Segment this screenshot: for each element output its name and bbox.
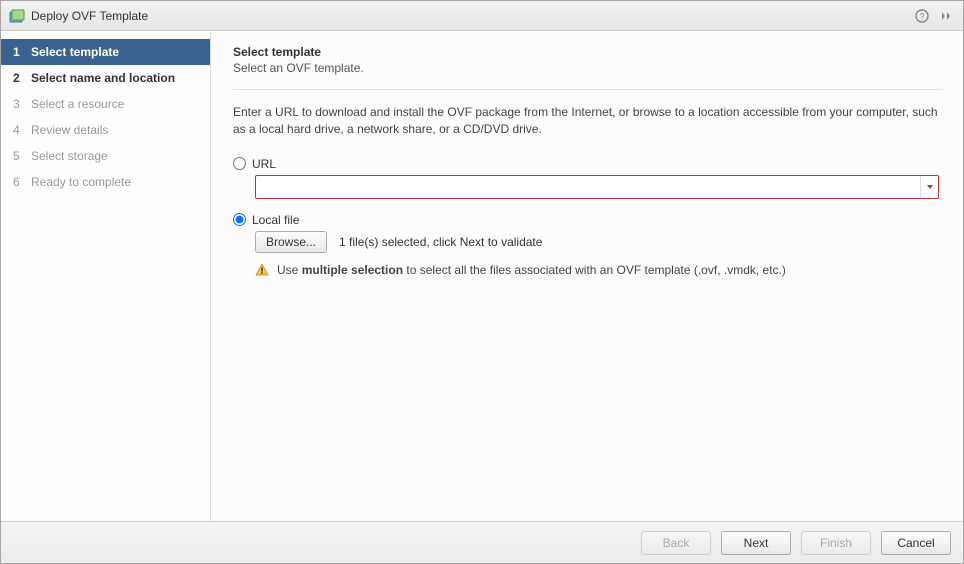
content-subtitle: Select an OVF template. (233, 61, 941, 75)
step-select-template[interactable]: 1 Select template (1, 39, 210, 65)
content-heading: Select template (233, 45, 941, 59)
wizard-sidebar: 1 Select template 2 Select name and loca… (1, 31, 211, 521)
dialog-title: Deploy OVF Template (31, 9, 907, 23)
dialog-body: 1 Select template 2 Select name and loca… (1, 31, 963, 521)
content-instruction: Enter a URL to download and install the … (233, 104, 941, 139)
url-input-wrap (233, 175, 941, 199)
titlebar: Deploy OVF Template ? (1, 1, 963, 31)
browse-row: Browse... 1 file(s) selected, click Next… (255, 231, 941, 253)
cancel-button[interactable]: Cancel (881, 531, 951, 555)
hint-row: Use multiple selection to select all the… (255, 263, 941, 277)
step-num: 6 (13, 175, 25, 189)
step-num: 5 (13, 149, 25, 163)
url-dropdown-button[interactable] (920, 176, 938, 198)
url-label: URL (252, 157, 276, 171)
ovf-icon (9, 8, 25, 24)
step-review-details: 4 Review details (1, 117, 210, 143)
local-file-wrap: Browse... 1 file(s) selected, click Next… (233, 231, 941, 277)
finish-button: Finish (801, 531, 871, 555)
url-radio[interactable] (233, 157, 246, 170)
back-button: Back (641, 531, 711, 555)
hint-strong: multiple selection (302, 263, 403, 277)
warning-icon (255, 263, 269, 277)
step-label: Review details (31, 123, 108, 137)
step-select-resource: 3 Select a resource (1, 91, 210, 117)
step-ready-complete: 6 Ready to complete (1, 169, 210, 195)
step-label: Select template (31, 45, 119, 59)
url-option-row: URL (233, 157, 941, 171)
local-file-radio[interactable] (233, 213, 246, 226)
local-file-label: Local file (252, 213, 299, 227)
url-combobox[interactable] (255, 175, 939, 199)
hint-text: Use multiple selection to select all the… (277, 263, 786, 277)
expand-icon[interactable] (937, 7, 955, 25)
step-select-storage: 5 Select storage (1, 143, 210, 169)
step-num: 4 (13, 123, 25, 137)
step-label: Select a resource (31, 97, 124, 111)
step-label: Select name and location (31, 71, 175, 85)
help-icon[interactable]: ? (913, 7, 931, 25)
file-selected-status: 1 file(s) selected, click Next to valida… (339, 235, 542, 249)
svg-text:?: ? (919, 11, 924, 21)
step-num: 2 (13, 71, 25, 85)
next-button[interactable]: Next (721, 531, 791, 555)
step-label: Select storage (31, 149, 108, 163)
divider (233, 89, 941, 90)
step-num: 3 (13, 97, 25, 111)
url-input[interactable] (256, 176, 920, 198)
step-num: 1 (13, 45, 25, 59)
hint-prefix: Use (277, 263, 302, 277)
dialog-window: Deploy OVF Template ? 1 Select template … (0, 0, 964, 564)
step-label: Ready to complete (31, 175, 131, 189)
hint-suffix: to select all the files associated with … (403, 263, 786, 277)
step-select-name-location[interactable]: 2 Select name and location (1, 65, 210, 91)
dialog-footer: Back Next Finish Cancel (1, 521, 963, 563)
browse-button[interactable]: Browse... (255, 231, 327, 253)
local-option-row: Local file (233, 213, 941, 227)
wizard-content: Select template Select an OVF template. … (211, 31, 963, 521)
chevron-down-icon (927, 185, 933, 189)
